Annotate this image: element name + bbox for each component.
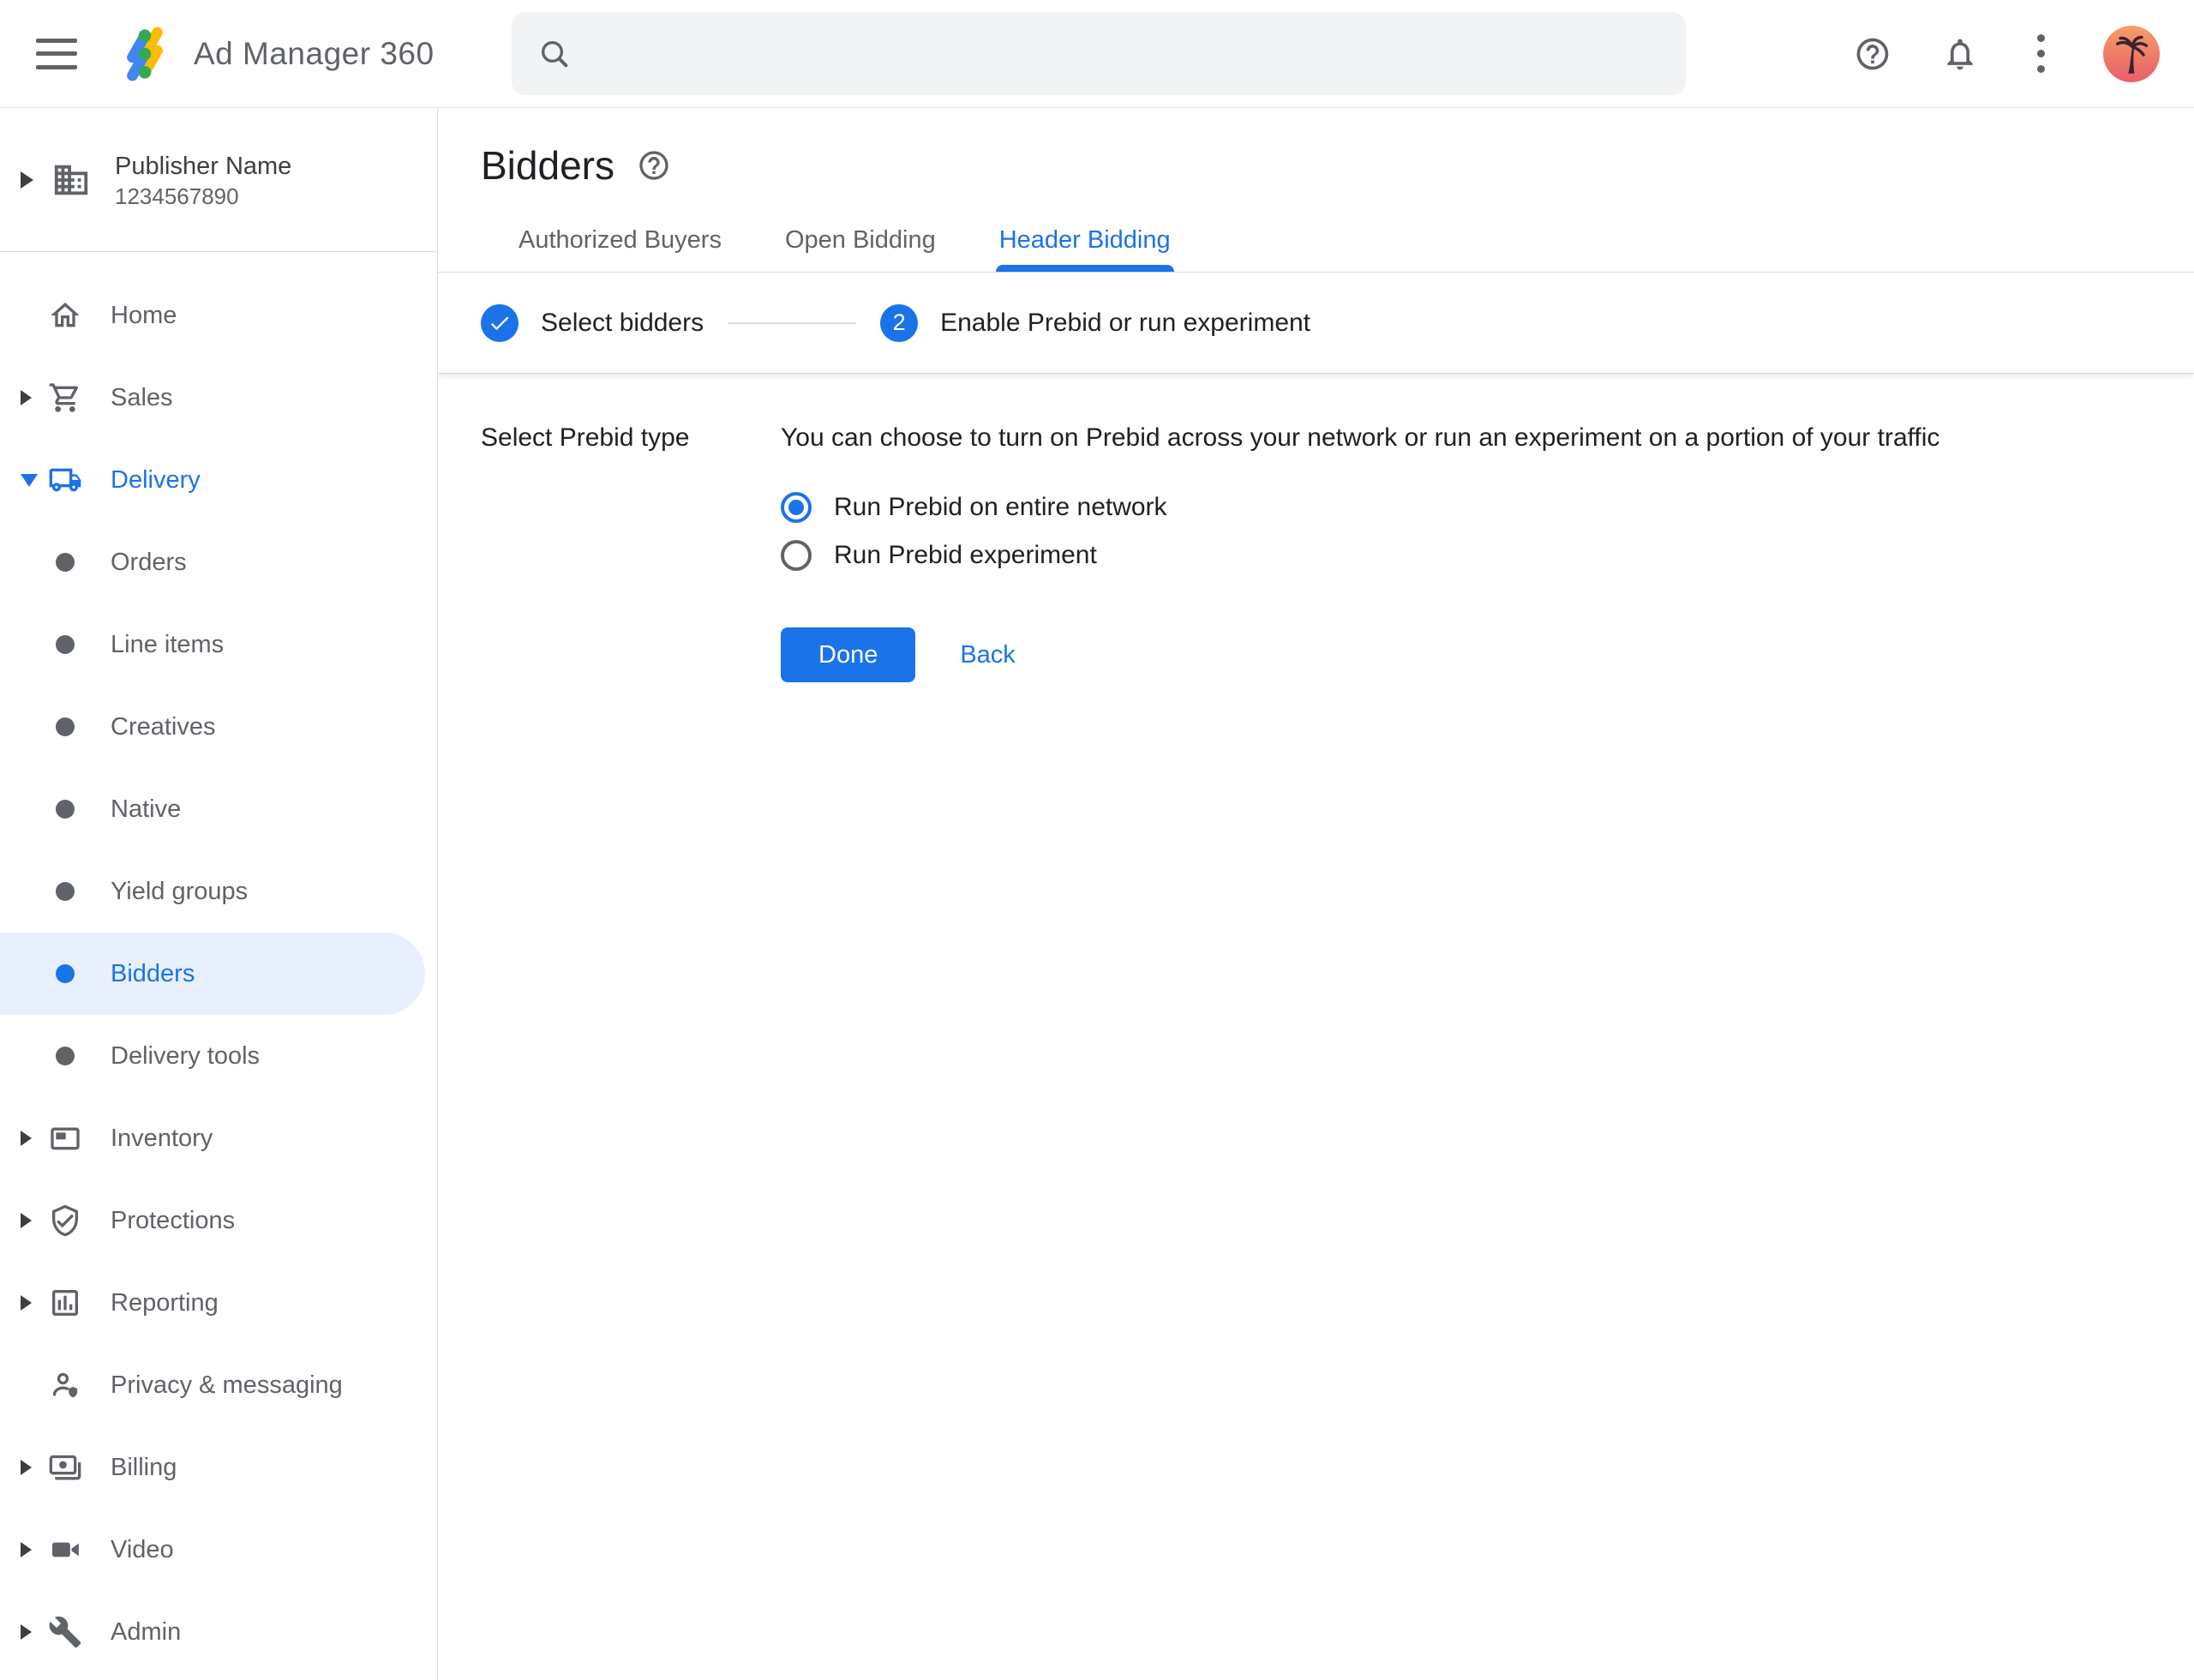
main-content: Bidders Authorized Buyers Open Bidding H… — [438, 108, 2194, 1680]
sidebar-item-bidders[interactable]: Bidders — [0, 933, 425, 1015]
radio-option-entire-network[interactable]: Run Prebid on entire network — [781, 492, 2194, 523]
page-help-icon[interactable] — [637, 148, 671, 183]
sidebar-item-billing[interactable]: Billing — [0, 1426, 425, 1509]
sidebar-item-native[interactable]: Native — [0, 768, 425, 850]
palm-tree-silhouette — [2109, 32, 2154, 76]
building-icon — [51, 160, 91, 200]
expand-right-icon — [21, 1131, 32, 1146]
shield-check-icon — [48, 1203, 82, 1238]
person-shield-icon — [48, 1368, 82, 1402]
stepper: Select bidders 2 Enable Prebid or run ex… — [438, 273, 2194, 374]
step-number-badge: 2 — [880, 304, 918, 342]
app-title: Ad Manager 360 — [194, 36, 435, 72]
back-button[interactable]: Back — [960, 641, 1015, 669]
sidebar-nav: Home Sales Delivery — [0, 252, 437, 1673]
wrench-icon — [48, 1615, 82, 1649]
tab-bar: Authorized Buyers Open Bidding Header Bi… — [438, 226, 2194, 273]
bullet-icon — [56, 1047, 75, 1065]
expand-right-icon — [21, 1624, 32, 1640]
sidebar-item-delivery[interactable]: Delivery — [0, 439, 425, 521]
ad-manager-app: Ad Manager 360 — [0, 0, 2194, 1680]
sidebar-item-line-items[interactable]: Line items — [0, 603, 425, 686]
sidebar-item-inventory[interactable]: Inventory — [0, 1097, 425, 1179]
search-bar[interactable] — [512, 12, 1686, 95]
tab-open-bidding[interactable]: Open Bidding — [782, 226, 939, 272]
help-icon[interactable] — [1854, 35, 1891, 73]
notifications-bell-icon[interactable] — [1941, 35, 1979, 73]
step-connector — [728, 322, 856, 324]
expand-right-icon — [21, 1460, 32, 1475]
sidebar-item-admin[interactable]: Admin — [0, 1591, 425, 1673]
sidebar-item-sales[interactable]: Sales — [0, 357, 425, 439]
done-button[interactable]: Done — [781, 627, 915, 682]
tab-header-bidding[interactable]: Header Bidding — [996, 226, 1174, 272]
field-description: You can choose to turn on Prebid across … — [781, 422, 2194, 454]
field-label: Select Prebid type — [481, 422, 781, 682]
expand-right-icon — [21, 1213, 32, 1228]
radio-option-experiment[interactable]: Run Prebid experiment — [781, 540, 2194, 571]
bar-chart-icon — [48, 1286, 82, 1320]
bullet-icon — [56, 717, 75, 736]
publisher-id: 1234567890 — [115, 183, 291, 210]
sidebar: Publisher Name 1234567890 Home — [0, 108, 438, 1680]
sidebar-item-orders[interactable]: Orders — [0, 521, 425, 603]
radio-unselected-icon[interactable] — [781, 540, 812, 571]
expand-right-icon — [21, 1295, 32, 1311]
billing-icon — [48, 1450, 82, 1485]
delivery-truck-icon — [48, 463, 82, 497]
search-input[interactable] — [590, 39, 1660, 69]
tab-authorized-buyers[interactable]: Authorized Buyers — [515, 226, 725, 272]
top-bar-actions — [1794, 26, 2160, 82]
publisher-switcher[interactable]: Publisher Name 1234567890 — [0, 108, 437, 252]
form-actions: Done Back — [781, 627, 2194, 682]
bullet-icon — [56, 964, 75, 983]
bullet-icon — [56, 635, 75, 654]
collapse-down-icon — [21, 474, 38, 487]
user-avatar[interactable] — [2103, 26, 2160, 82]
step-completed-check-icon — [481, 304, 519, 342]
sidebar-item-video[interactable]: Video — [0, 1509, 425, 1591]
more-options-icon[interactable] — [2029, 31, 2053, 76]
expand-right-icon — [21, 171, 33, 189]
sidebar-item-home[interactable]: Home — [0, 274, 425, 357]
sidebar-item-reporting[interactable]: Reporting — [0, 1262, 425, 1344]
sidebar-item-protections[interactable]: Protections — [0, 1179, 425, 1262]
publisher-name: Publisher Name — [115, 150, 291, 183]
top-bar: Ad Manager 360 — [0, 0, 2194, 108]
search-icon — [537, 37, 572, 71]
sidebar-item-creatives[interactable]: Creatives — [0, 686, 425, 768]
step-enable-prebid[interactable]: 2 Enable Prebid or run experiment — [880, 304, 1310, 342]
bullet-icon — [56, 882, 75, 901]
expand-right-icon — [21, 390, 32, 405]
expand-right-icon — [21, 1542, 32, 1557]
inventory-icon — [48, 1121, 82, 1155]
bullet-icon — [56, 553, 75, 572]
prebid-form: Select Prebid type You can choose to tur… — [438, 374, 2194, 682]
radio-selected-icon[interactable] — [781, 492, 812, 523]
sidebar-item-privacy-messaging[interactable]: Privacy & messaging — [0, 1344, 425, 1426]
sidebar-item-yield-groups[interactable]: Yield groups — [0, 850, 425, 933]
ad-manager-logo-icon — [118, 26, 171, 82]
page-title: Bidders — [481, 142, 614, 189]
prebid-type-radio-group: Run Prebid on entire network Run Prebid … — [781, 492, 2194, 571]
menu-icon[interactable] — [36, 39, 77, 69]
sidebar-item-delivery-tools[interactable]: Delivery tools — [0, 1015, 425, 1097]
step-select-bidders[interactable]: Select bidders — [481, 304, 704, 342]
home-icon — [48, 298, 82, 333]
shopping-cart-icon — [48, 381, 82, 415]
video-camera-icon — [48, 1533, 82, 1567]
bullet-icon — [56, 800, 75, 819]
